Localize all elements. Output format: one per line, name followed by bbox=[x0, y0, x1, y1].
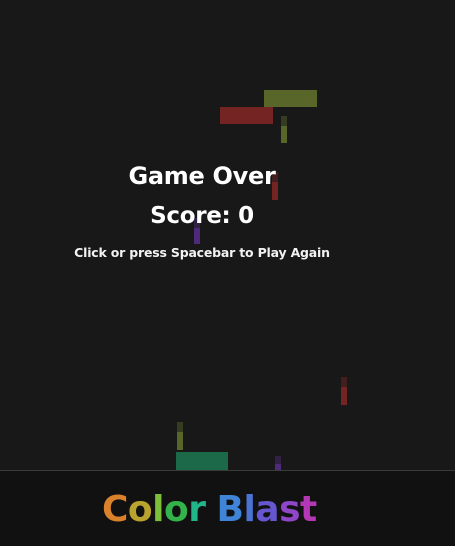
logo-letter: l bbox=[152, 489, 164, 530]
block-trail bbox=[341, 377, 347, 387]
logo-letter: o bbox=[127, 489, 153, 530]
falling-block bbox=[272, 182, 278, 200]
block-trail bbox=[272, 172, 278, 182]
logo-letter: s bbox=[279, 489, 301, 530]
game-over-overlay: Game Over Score: 0 Click or press Spaceb… bbox=[0, 0, 455, 470]
block-trail bbox=[177, 422, 183, 432]
block-trail bbox=[281, 116, 287, 126]
logo-letter: r bbox=[188, 489, 206, 530]
logo-letter: t bbox=[300, 489, 317, 530]
game-playfield[interactable]: Game Over Score: 0 Click or press Spaceb… bbox=[0, 0, 455, 470]
game-over-title: Game Over bbox=[128, 162, 276, 190]
falling-block bbox=[264, 90, 317, 107]
logo-letter: o bbox=[164, 489, 189, 530]
player-paddle bbox=[176, 452, 228, 470]
falling-block bbox=[220, 107, 273, 124]
color-blast-logo: Color Blast bbox=[102, 489, 317, 530]
color-blast-game: Game Over Score: 0 Click or press Spaceb… bbox=[0, 0, 455, 546]
block-trail bbox=[275, 456, 281, 464]
play-again-hint: Click or press Spacebar to Play Again bbox=[74, 245, 330, 260]
final-score: Score: 0 bbox=[150, 203, 254, 229]
logo-letter: a bbox=[255, 489, 280, 530]
falling-block bbox=[194, 228, 200, 244]
block-trail bbox=[194, 218, 200, 228]
logo-letter: l bbox=[243, 489, 256, 530]
falling-block bbox=[281, 126, 287, 143]
logo-letter: C bbox=[102, 489, 128, 530]
falling-block bbox=[177, 432, 183, 450]
falling-block bbox=[341, 387, 347, 405]
logo-letter: B bbox=[216, 489, 244, 530]
